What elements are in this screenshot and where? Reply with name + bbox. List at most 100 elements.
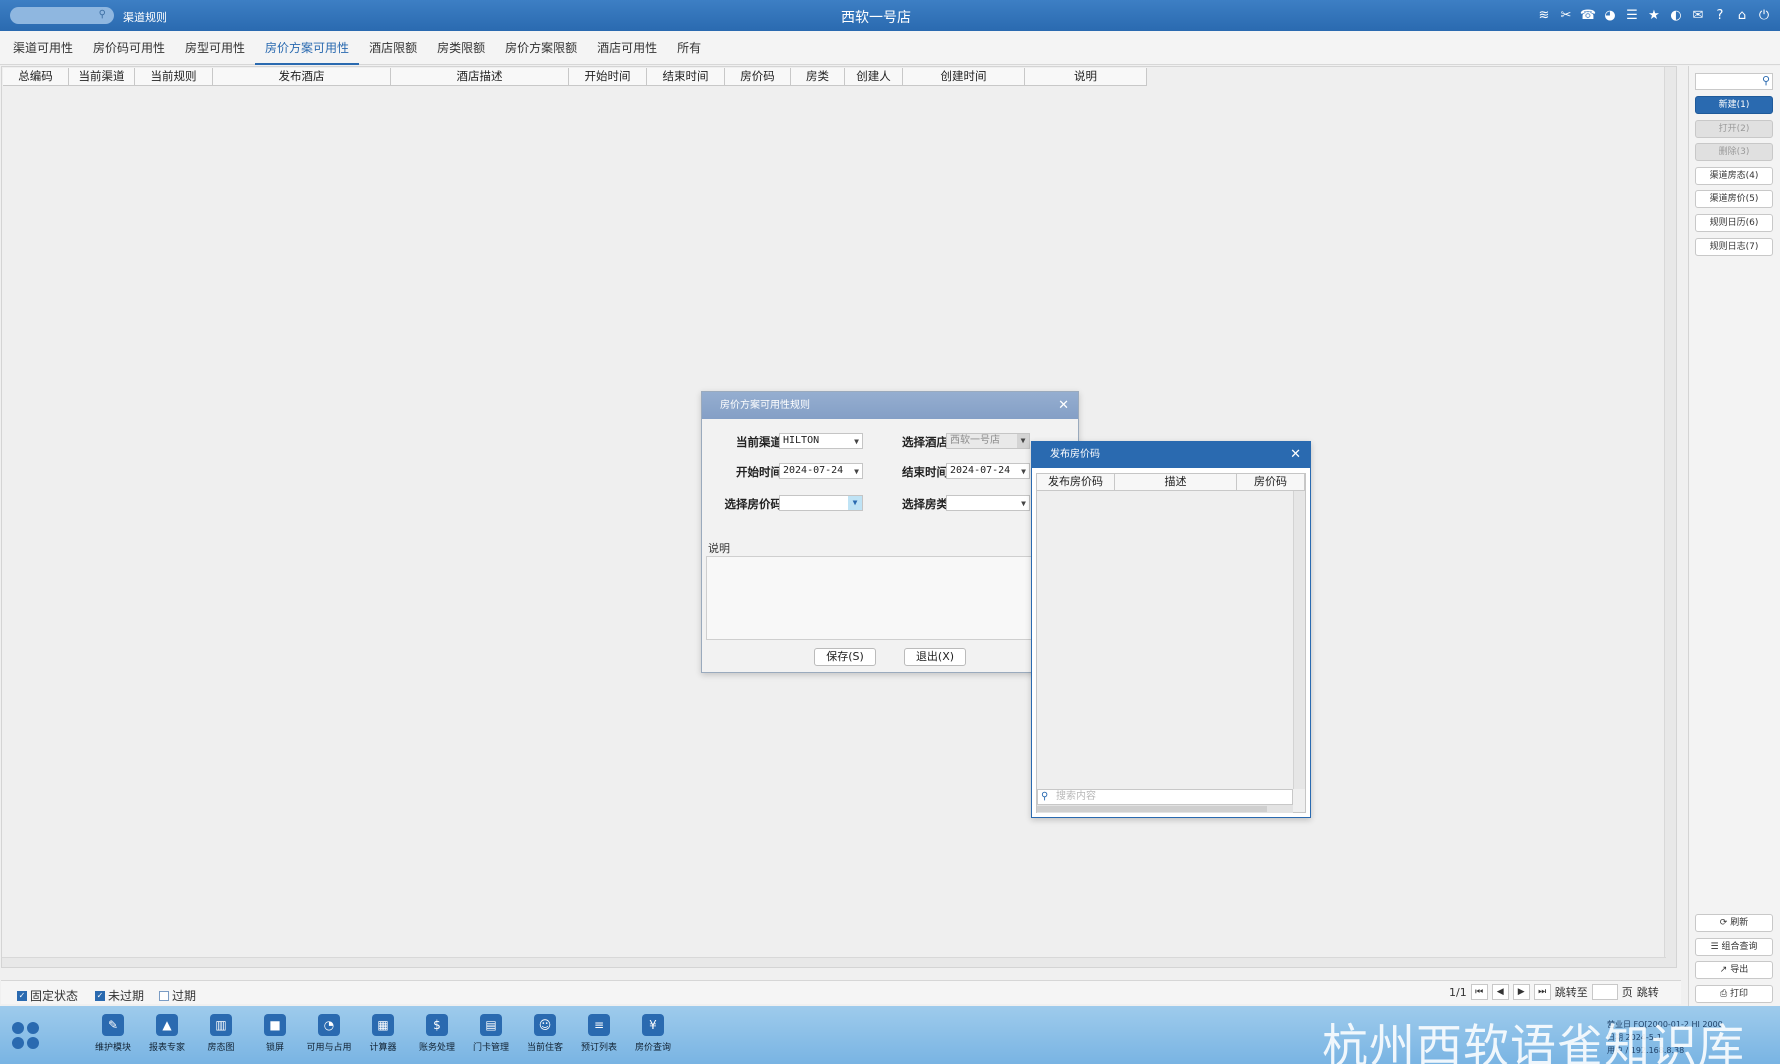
checkbox-icon[interactable]: ✓	[17, 990, 27, 1001]
chevron-down-icon[interactable]: ▼	[854, 465, 859, 479]
account-icon[interactable]: $	[426, 1014, 448, 1036]
panel-button-6[interactable]: 规则日志(7)	[1695, 237, 1773, 256]
chevron-down-icon[interactable]: ▼	[1021, 465, 1026, 479]
panel-bottom-button-2[interactable]: ↗ 导出	[1695, 961, 1773, 980]
grid-column-header[interactable]: 创建时间	[903, 68, 1025, 85]
grid-column-header[interactable]: 房类	[791, 68, 845, 85]
close-icon[interactable]: ✕	[1058, 392, 1069, 419]
grid-column-header[interactable]: 发布酒店	[213, 68, 391, 85]
graduation-cap-icon[interactable]: ▲	[156, 1014, 178, 1036]
next-page-button[interactable]: ▶	[1512, 984, 1530, 1000]
dock-item-7[interactable]: ▤ 门卡管理	[464, 1014, 518, 1053]
dock-item-5[interactable]: ▦ 计算器	[356, 1014, 410, 1053]
bank-icon[interactable]: ▥	[210, 1014, 232, 1036]
filter-checkbox-0[interactable]: ✓ 固定状态	[17, 987, 78, 1004]
grid-column-header[interactable]: 结束时间	[647, 68, 725, 85]
note-textarea[interactable]	[706, 556, 1076, 640]
search-icon[interactable]: ⚲	[1762, 74, 1770, 87]
menu-icon[interactable]: ☰	[1624, 7, 1640, 23]
close-icon[interactable]: ✕	[1290, 442, 1301, 468]
grid-column-header[interactable]: 开始时间	[569, 68, 647, 85]
wifi-icon[interactable]: ≋	[1536, 7, 1552, 23]
picker-horizontal-scrollbar[interactable]	[1037, 805, 1293, 813]
end-date-picker[interactable]: 2024-07-24 ▼	[946, 463, 1030, 479]
help-icon[interactable]: ?	[1712, 7, 1728, 23]
panel-bottom-button-1[interactable]: ☰ 组合查询	[1695, 937, 1773, 956]
tab-7[interactable]: 酒店可用性	[587, 31, 667, 65]
panel-button-4[interactable]: 渠道房价(5)	[1695, 190, 1773, 209]
calculator-icon[interactable]: ▦	[372, 1014, 394, 1036]
picker-vertical-scrollbar[interactable]	[1293, 491, 1305, 789]
room-type-select[interactable]: ▼	[946, 495, 1030, 511]
dock-item-6[interactable]: $ 账务处理	[410, 1014, 464, 1053]
rate-code-select[interactable]: ▼	[779, 495, 863, 511]
tools-icon[interactable]: ✂	[1558, 7, 1574, 23]
exit-button[interactable]: 退出(X)	[904, 648, 966, 666]
checkbox-icon[interactable]	[159, 990, 169, 1001]
picker-column-header[interactable]: 描述	[1115, 474, 1237, 490]
grid-column-header[interactable]: 当前规则	[135, 68, 213, 85]
dock-item-0[interactable]: ✎ 维护模块	[86, 1014, 140, 1053]
channel-select[interactable]: HILTON ▼	[779, 433, 863, 449]
tab-5[interactable]: 房类限额	[427, 31, 495, 65]
picker-search-input[interactable]: ⚲ 搜索内容	[1037, 789, 1293, 805]
panel-button-3[interactable]: 渠道房态(4)	[1695, 166, 1773, 185]
scrollbar-thumb[interactable]	[1037, 806, 1267, 812]
lock-icon[interactable]: ■	[264, 1014, 286, 1036]
save-button[interactable]: 保存(S)	[814, 648, 876, 666]
power-icon[interactable]: ⏻	[1756, 7, 1772, 23]
chevron-down-icon[interactable]: ▼	[848, 496, 862, 510]
grid-column-header[interactable]: 酒店描述	[391, 68, 569, 85]
dock-item-2[interactable]: ▥ 房态图	[194, 1014, 248, 1053]
panel-bottom-button-3[interactable]: ⎙ 打印	[1695, 984, 1773, 1003]
tab-2[interactable]: 房型可用性	[175, 31, 255, 65]
dock-item-1[interactable]: ▲ 报表专家	[140, 1014, 194, 1053]
phone-icon[interactable]: ☎	[1580, 7, 1596, 23]
app-logo-icon[interactable]	[12, 1022, 40, 1050]
chevron-down-icon[interactable]: ▼	[854, 435, 859, 449]
grid-horizontal-scrollbar[interactable]	[2, 957, 1666, 967]
picker-column-header[interactable]: 房价码	[1237, 474, 1305, 490]
dock-item-10[interactable]: ¥ 房价查询	[626, 1014, 680, 1053]
grid-vertical-scrollbar[interactable]	[1664, 67, 1676, 967]
first-page-button[interactable]: ⏮	[1470, 984, 1488, 1000]
star-icon[interactable]: ★	[1646, 7, 1662, 23]
mail-icon[interactable]: ✉	[1690, 7, 1706, 23]
dock-item-4[interactable]: ◔ 可用与占用	[302, 1014, 356, 1053]
start-date-picker[interactable]: 2024-07-24 ▼	[779, 463, 863, 479]
panel-bottom-button-0[interactable]: ⟳ 刷新	[1695, 914, 1773, 932]
card-icon[interactable]: ▤	[480, 1014, 502, 1036]
prev-page-button[interactable]: ◀	[1491, 984, 1509, 1000]
grid-column-header[interactable]: 说明	[1025, 68, 1147, 85]
wrench-icon[interactable]: ✎	[102, 1014, 124, 1036]
rate-query-icon[interactable]: ¥	[642, 1014, 664, 1036]
tab-1[interactable]: 房价码可用性	[83, 31, 175, 65]
tab-0[interactable]: 渠道可用性	[3, 31, 83, 65]
tab-4[interactable]: 酒店限额	[359, 31, 427, 65]
pie-chart-icon[interactable]: ◔	[318, 1014, 340, 1036]
tab-8[interactable]: 所有	[667, 31, 711, 65]
page-number-input[interactable]	[1591, 984, 1618, 1000]
moon-icon[interactable]: ◐	[1668, 7, 1684, 23]
jump-button[interactable]: 跳转	[1637, 984, 1659, 1000]
grid-column-header[interactable]: 创建人	[845, 68, 903, 85]
panel-search-input[interactable]: ⚲	[1695, 73, 1773, 90]
filter-checkbox-2[interactable]: 过期	[159, 987, 196, 1004]
dock-item-3[interactable]: ■ 锁屏	[248, 1014, 302, 1053]
panel-button-0[interactable]: 新建(1)	[1695, 96, 1773, 114]
home-icon[interactable]: ⌂	[1734, 7, 1750, 23]
tab-3[interactable]: 房价方案可用性	[255, 31, 360, 65]
last-page-button[interactable]: ⏭	[1533, 984, 1551, 1000]
grid-column-header[interactable]: 当前渠道	[69, 68, 135, 85]
checkbox-icon[interactable]: ✓	[95, 990, 105, 1001]
guest-icon[interactable]: ☺	[534, 1014, 556, 1036]
dock-item-8[interactable]: ☺ 当前住客	[518, 1014, 572, 1053]
filter-checkbox-1[interactable]: ✓ 未过期	[95, 987, 144, 1004]
grid-column-header[interactable]: 总编码	[3, 68, 69, 85]
chevron-down-icon[interactable]: ▼	[1021, 497, 1026, 511]
tab-6[interactable]: 房价方案限额	[495, 31, 587, 65]
dock-item-9[interactable]: ≡ 预订列表	[572, 1014, 626, 1053]
booking-list-icon[interactable]: ≡	[588, 1014, 610, 1036]
grid-column-header[interactable]: 房价码	[725, 68, 791, 85]
panel-button-5[interactable]: 规则日历(6)	[1695, 214, 1773, 232]
